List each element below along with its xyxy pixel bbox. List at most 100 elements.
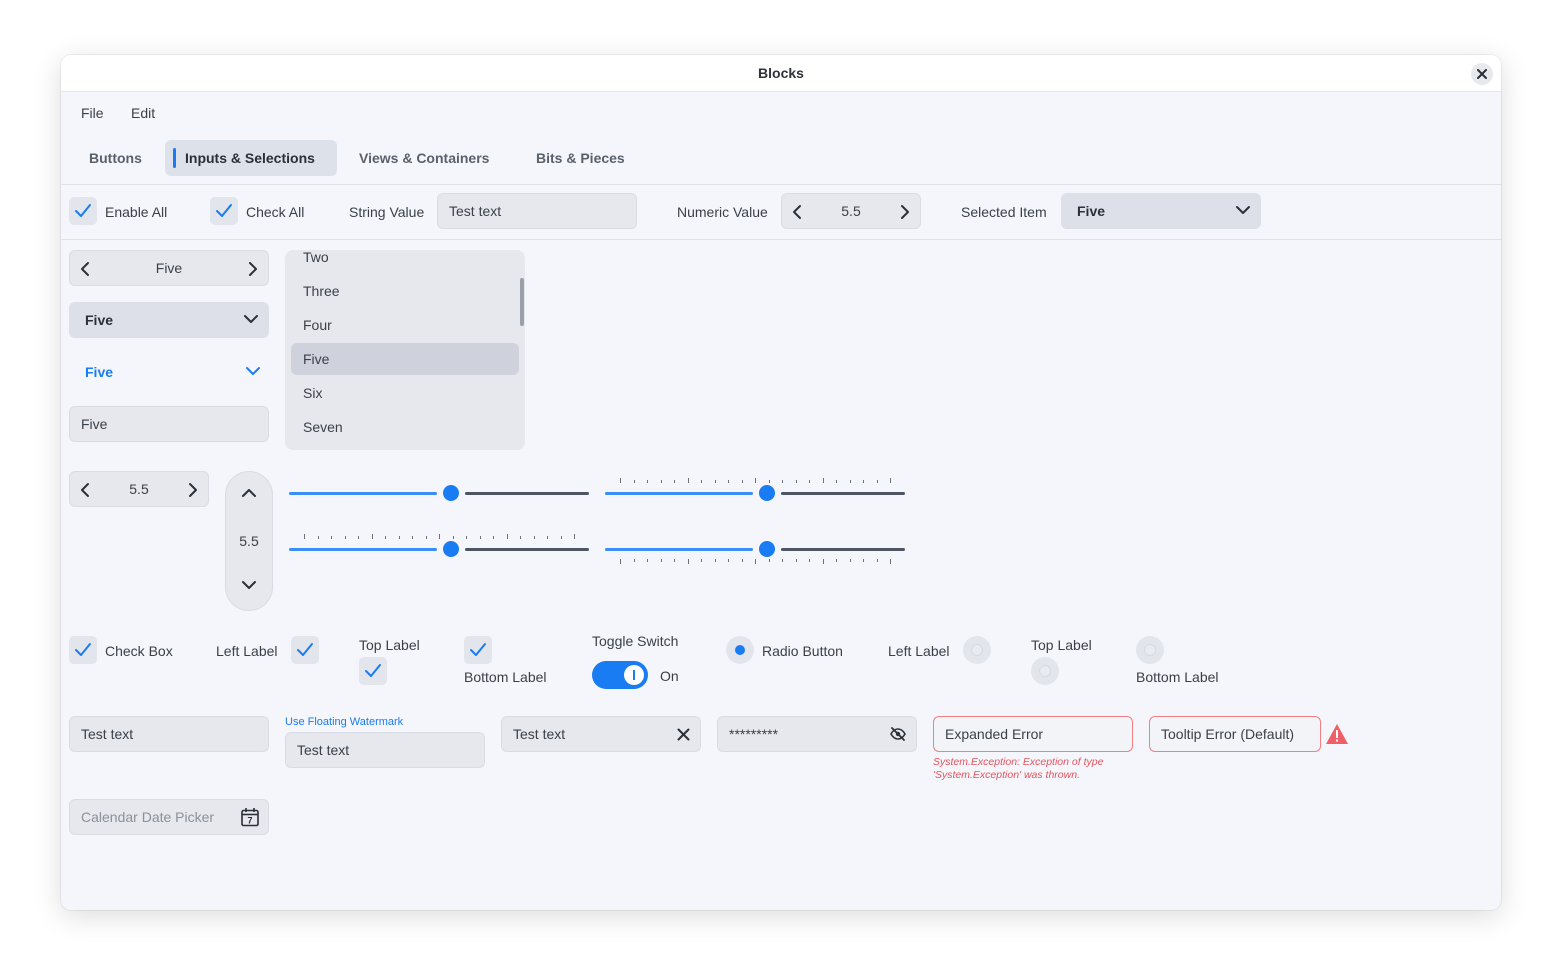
tab-buttons[interactable]: Buttons <box>73 140 158 176</box>
slider-tick <box>741 480 743 483</box>
slider-tick <box>466 536 467 539</box>
check-box[interactable] <box>69 636 97 664</box>
bottom-label-checkbox[interactable] <box>464 636 492 664</box>
list-item-selected[interactable]: Five <box>291 343 519 375</box>
left-label-checkbox[interactable] <box>291 636 319 664</box>
slider-thumb[interactable] <box>759 485 775 501</box>
bottom-label-radio[interactable] <box>1136 636 1164 664</box>
slider-tick <box>317 536 319 539</box>
slider-track <box>781 492 905 495</box>
slider-tick <box>674 559 675 562</box>
list-item[interactable]: Four <box>291 309 519 341</box>
slider-track <box>465 548 589 551</box>
menu-edit[interactable]: Edit <box>131 105 155 121</box>
floating-watermark-input[interactable]: Test text <box>285 732 485 768</box>
numeric-value-label: Numeric Value <box>677 204 768 220</box>
clear-icon[interactable] <box>677 728 690 741</box>
left-label-checkbox-label: Left Label <box>216 643 278 659</box>
calendar-icon[interactable]: 7 <box>240 807 260 827</box>
editable-combobox-input[interactable]: Five <box>69 406 269 442</box>
slider-tick <box>741 559 743 562</box>
bottom-label-radio-label: Bottom Label <box>1136 669 1219 685</box>
cycle-selector: Five <box>69 250 269 286</box>
slider-tick <box>385 536 386 539</box>
top-label-checkbox[interactable] <box>359 657 387 685</box>
tab-inputs-selections[interactable]: Inputs & Selections <box>165 140 337 176</box>
slider-tick <box>633 480 635 483</box>
tab-bits-pieces[interactable]: Bits & Pieces <box>520 140 641 176</box>
list-item[interactable]: Three <box>291 275 519 307</box>
tab-label: Bits & Pieces <box>536 150 625 166</box>
list-item[interactable]: Six <box>291 377 519 409</box>
divider <box>61 239 1501 240</box>
slider-tick <box>304 534 305 539</box>
string-value-input[interactable]: Test text <box>437 193 637 229</box>
left-label-radio[interactable] <box>963 636 991 664</box>
slider-tick <box>633 559 635 562</box>
toggle-switch[interactable] <box>592 661 648 689</box>
slider-fill <box>605 492 753 495</box>
slider-tick <box>412 536 413 539</box>
calendar-date-picker[interactable]: Calendar Date Picker 7 <box>69 799 269 835</box>
tooltip-error-input[interactable]: Tooltip Error (Default) <box>1149 716 1321 752</box>
tab-views-containers[interactable]: Views & Containers <box>343 140 505 176</box>
selected-item-combobox[interactable]: Five <box>1061 193 1261 229</box>
radio-dot <box>735 645 745 655</box>
toggle-switch-label: Toggle Switch <box>592 633 679 649</box>
expanded-error-input[interactable]: Expanded Error <box>933 716 1133 752</box>
password-input[interactable]: ********* <box>717 716 917 752</box>
title-bar: Blocks <box>61 55 1501 92</box>
check-all-checkbox[interactable] <box>210 197 238 225</box>
chevron-down-icon[interactable] <box>241 580 257 590</box>
calendar-day: 7 <box>247 816 252 826</box>
toggle-state-label: On <box>660 668 679 684</box>
slider-tick <box>331 536 332 539</box>
slider-thumb[interactable] <box>759 541 775 557</box>
listbox[interactable]: Two Three Four Five Six Seven <box>285 250 525 450</box>
chevron-right-icon[interactable] <box>900 204 910 220</box>
slider-thumb[interactable] <box>443 541 459 557</box>
slider-tick <box>836 559 837 562</box>
chevron-left-icon[interactable] <box>792 204 802 220</box>
slider-thumb[interactable] <box>443 485 459 501</box>
radio-button[interactable] <box>726 636 754 664</box>
enable-all-checkbox[interactable] <box>69 197 97 225</box>
listbox-scrollbar[interactable] <box>520 278 524 326</box>
chevron-right-icon[interactable] <box>248 261 258 277</box>
slider-tick <box>795 559 797 562</box>
slider-tick <box>822 559 824 564</box>
menu-file[interactable]: File <box>81 105 104 121</box>
close-button[interactable] <box>1471 63 1493 85</box>
text-input[interactable]: Test text <box>69 716 269 752</box>
slider-tick <box>520 536 521 539</box>
chevron-right-icon[interactable] <box>188 482 198 498</box>
eye-off-icon[interactable] <box>890 727 906 741</box>
slider-tick <box>795 480 797 483</box>
chevron-left-icon[interactable] <box>80 482 90 498</box>
slider-tick <box>836 480 837 483</box>
vertical-stepper-value: 5.5 <box>239 533 259 549</box>
slider-tick <box>728 480 729 483</box>
radio-empty <box>971 644 983 656</box>
slider-tick <box>647 559 648 562</box>
slider-tick <box>768 559 770 562</box>
warning-icon[interactable] <box>1325 723 1349 745</box>
flat-combobox[interactable]: Five <box>69 354 269 390</box>
chevron-up-icon[interactable] <box>241 488 257 498</box>
list-item[interactable]: Seven <box>291 411 519 443</box>
slider-fill <box>289 492 437 495</box>
slider-tick <box>620 478 621 483</box>
top-label-radio[interactable] <box>1031 657 1059 685</box>
close-icon <box>1477 69 1487 79</box>
clearable-input[interactable]: Test text <box>501 716 701 752</box>
left-label-radio-label: Left Label <box>888 643 950 659</box>
slider-tick <box>506 534 508 539</box>
list-item[interactable]: Two <box>291 250 519 273</box>
slider-tick <box>425 536 427 539</box>
slider-tick <box>479 536 481 539</box>
combobox-value: Five <box>85 312 114 328</box>
slider-tick <box>863 559 864 562</box>
combobox[interactable]: Five <box>69 302 269 338</box>
chevron-left-icon[interactable] <box>80 261 90 277</box>
numeric-stepper: 5.5 <box>69 471 209 507</box>
